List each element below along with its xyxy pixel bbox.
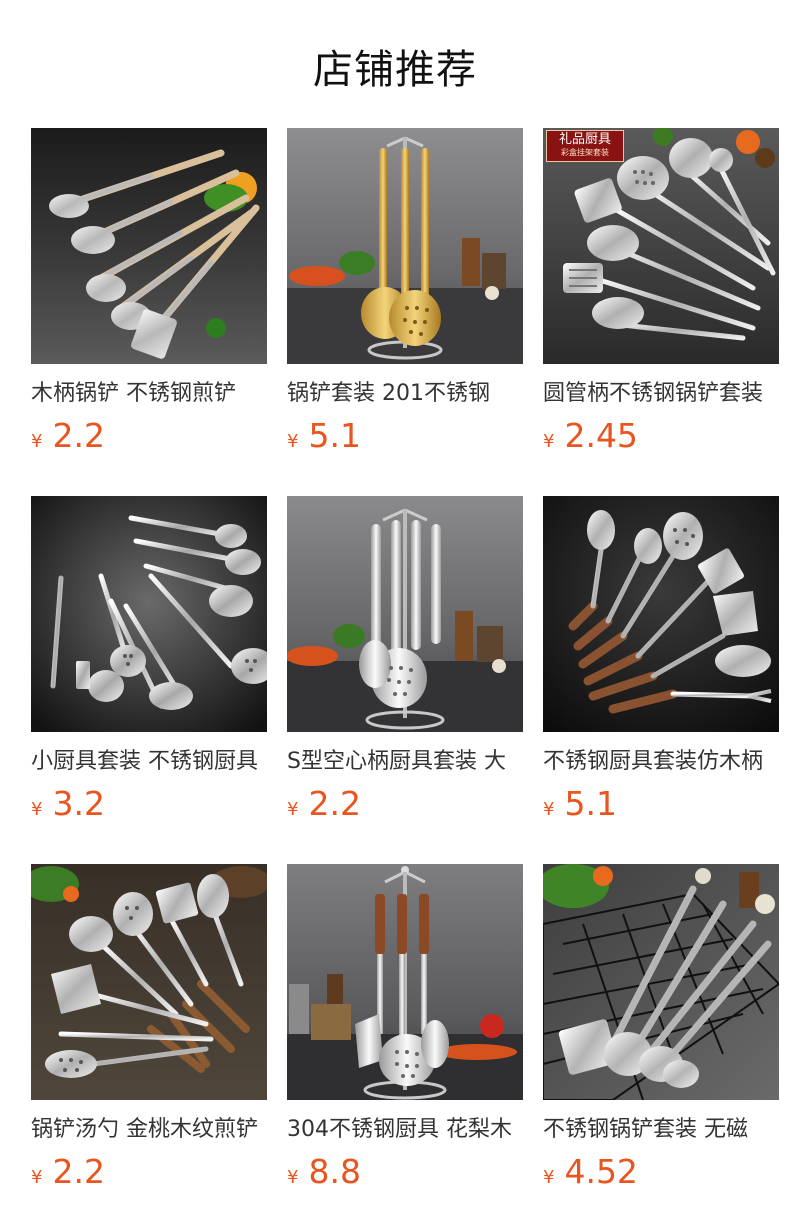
currency-symbol: ¥ [543, 799, 555, 820]
price-value: 2.2 [52, 416, 105, 455]
badge-sublabel: 彩盒挂架套装 [561, 148, 609, 157]
product-title[interactable]: 304不锈钢厨具 花梨木 [287, 1114, 523, 1146]
currency-symbol: ¥ [31, 799, 43, 820]
product-price: ¥ 2.2 [31, 416, 267, 456]
currency-symbol: ¥ [543, 1167, 555, 1188]
product-card[interactable]: 礼品厨具 彩盒挂架套装 圆管柄不锈钢锅铲套装 ¥ 2.45 [543, 128, 779, 496]
product-title[interactable]: S型空心柄厨具套装 大 [287, 746, 523, 778]
price-value: 3.2 [52, 784, 105, 823]
currency-symbol: ¥ [31, 431, 43, 452]
currency-symbol: ¥ [31, 1167, 43, 1188]
currency-symbol: ¥ [287, 431, 299, 452]
product-image[interactable] [543, 864, 779, 1100]
product-card[interactable]: 锅铲套装 201不锈钢 ¥ 5.1 [287, 128, 523, 496]
product-title[interactable]: 锅铲套装 201不锈钢 [287, 378, 523, 410]
price-value: 2.2 [52, 1152, 105, 1191]
price-value: 2.45 [564, 416, 638, 455]
product-price: ¥ 3.2 [31, 784, 267, 824]
product-price: ¥ 2.45 [543, 416, 779, 456]
product-image[interactable] [287, 128, 523, 364]
product-card[interactable]: 木柄锅铲 不锈钢煎铲 ¥ 2.2 [31, 128, 267, 496]
product-title[interactable]: 圆管柄不锈钢锅铲套装 [543, 378, 779, 410]
product-image[interactable] [287, 496, 523, 732]
product-image[interactable] [31, 496, 267, 732]
product-card[interactable]: 不锈钢厨具套装仿木柄 ¥ 5.1 [543, 496, 779, 864]
product-title[interactable]: 不锈钢锅铲套装 无磁 [543, 1114, 779, 1146]
product-image[interactable] [543, 496, 779, 732]
product-title[interactable]: 不锈钢厨具套装仿木柄 [543, 746, 779, 778]
product-price: ¥ 5.1 [543, 784, 779, 824]
product-price: ¥ 2.2 [287, 784, 523, 824]
product-image[interactable] [31, 864, 267, 1100]
badge-label: 礼品厨具 [558, 132, 611, 147]
product-price: ¥ 4.52 [543, 1152, 779, 1192]
currency-symbol: ¥ [287, 799, 299, 820]
product-card[interactable]: 304不锈钢厨具 花梨木 ¥ 8.8 [287, 864, 523, 1232]
product-grid: 木柄锅铲 不锈钢煎铲 ¥ 2.2 锅铲套装 201不锈钢 ¥ 5.1 礼品厨具 … [31, 128, 790, 1232]
product-title[interactable]: 木柄锅铲 不锈钢煎铲 [31, 378, 267, 410]
page-header: 店铺推荐 [0, 0, 790, 128]
price-value: 4.52 [564, 1152, 638, 1191]
currency-symbol: ¥ [287, 1167, 299, 1188]
product-card[interactable]: 锅铲汤勺 金桃木纹煎铲 ¥ 2.2 [31, 864, 267, 1232]
currency-symbol: ¥ [543, 431, 555, 452]
product-price: ¥ 5.1 [287, 416, 523, 456]
page-title: 店铺推荐 [313, 47, 477, 93]
product-image[interactable] [287, 864, 523, 1100]
price-value: 5.1 [308, 416, 361, 455]
gift-badge: 礼品厨具 彩盒挂架套装 [546, 130, 624, 162]
product-image[interactable] [31, 128, 267, 364]
product-image[interactable]: 礼品厨具 彩盒挂架套装 [543, 128, 779, 364]
product-title[interactable]: 小厨具套装 不锈钢厨具 [31, 746, 267, 778]
product-card[interactable]: 不锈钢锅铲套装 无磁 ¥ 4.52 [543, 864, 779, 1232]
price-value: 2.2 [308, 784, 361, 823]
price-value: 5.1 [564, 784, 617, 823]
product-title[interactable]: 锅铲汤勺 金桃木纹煎铲 [31, 1114, 267, 1146]
product-price: ¥ 8.8 [287, 1152, 523, 1192]
product-card[interactable]: S型空心柄厨具套装 大 ¥ 2.2 [287, 496, 523, 864]
product-price: ¥ 2.2 [31, 1152, 267, 1192]
product-card[interactable]: 小厨具套装 不锈钢厨具 ¥ 3.2 [31, 496, 267, 864]
price-value: 8.8 [308, 1152, 361, 1191]
